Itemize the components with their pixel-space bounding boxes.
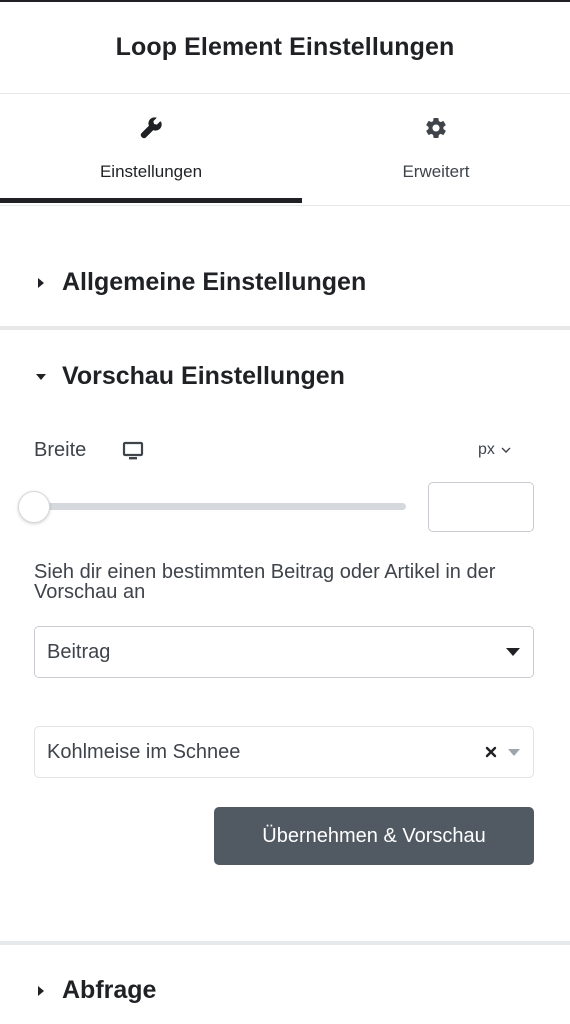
caret-down-icon [506, 648, 520, 656]
preview-post-value: Kohlmeise im Schnee [47, 741, 241, 763]
tab-bar: Einstellungen Erweitert [0, 94, 570, 206]
section-divider [0, 941, 570, 945]
section-preview-settings[interactable]: Vorschau Einstellungen [0, 348, 570, 408]
section-query[interactable]: Abfrage [0, 960, 570, 1020]
tab-settings-label: Einstellungen [99, 162, 203, 181]
preview-description: Sieh dir einen bestimmten Beitrag oder A… [34, 561, 496, 603]
preview-post-select[interactable]: Kohlmeise im Schnee [34, 726, 534, 778]
preview-type-value: Beitrag [47, 641, 111, 663]
chevron-down-icon [501, 447, 511, 453]
unit-select[interactable]: px [478, 441, 511, 459]
section-general-title: Allgemeine Einstellungen [62, 268, 367, 296]
monitor-icon[interactable] [122, 441, 144, 461]
section-divider [0, 326, 570, 330]
panel-title: Loop Element Einstellungen [115, 33, 455, 61]
panel-header: Loop Element Einstellungen [0, 2, 570, 94]
caret-down-icon [36, 374, 46, 380]
section-general-settings[interactable]: Allgemeine Einstellungen [0, 252, 570, 312]
wrench-icon [140, 117, 162, 139]
section-query-title: Abfrage [62, 976, 157, 1004]
tab-advanced-label: Erweitert [402, 162, 470, 181]
preview-type-select[interactable]: Beitrag [34, 626, 534, 678]
active-tab-indicator [0, 198, 302, 203]
caret-right-icon [38, 278, 44, 288]
section-preview-title: Vorschau Einstellungen [62, 362, 345, 390]
tab-advanced[interactable]: Erweitert [302, 94, 570, 206]
caret-down-icon [508, 749, 520, 756]
tab-settings[interactable]: Einstellungen [0, 94, 302, 206]
width-slider-handle[interactable] [18, 491, 50, 523]
unit-value: px [478, 441, 495, 458]
gear-icon [426, 118, 446, 138]
width-input[interactable] [428, 482, 534, 532]
width-slider-track[interactable] [34, 503, 406, 510]
caret-right-icon [38, 986, 44, 996]
apply-preview-button[interactable]: Übernehmen & Vorschau [214, 807, 534, 865]
width-label: Breite [34, 439, 87, 461]
clear-icon[interactable] [485, 746, 497, 758]
